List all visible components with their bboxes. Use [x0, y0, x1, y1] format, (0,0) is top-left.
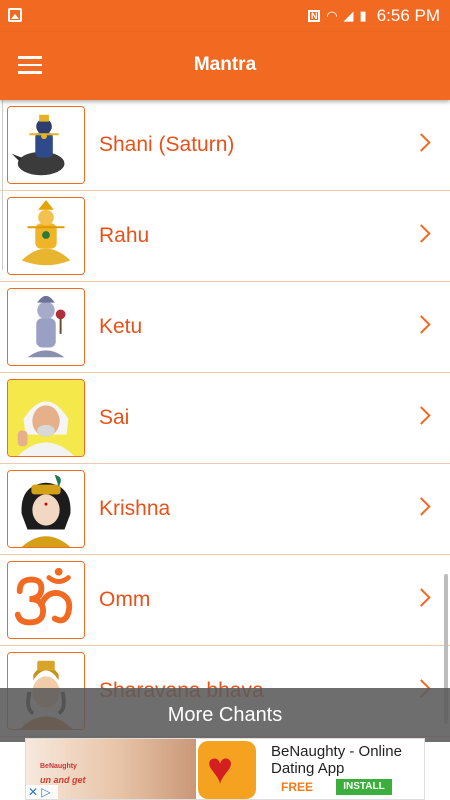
nfc-icon: N [308, 10, 321, 22]
list-item-shani[interactable]: Shani (Saturn) [0, 100, 450, 191]
rahu-deity-image [7, 197, 85, 275]
chevron-right-icon [412, 497, 431, 516]
page-title: Mantra [193, 54, 257, 75]
status-icons: N ◠ ◢ ▮ 6:56 PM [308, 6, 440, 26]
ad-close-icon[interactable]: ✕ ▷ [26, 785, 58, 799]
signal-icon: ◢ [343, 8, 354, 23]
heart-app-icon [198, 741, 256, 799]
list-item-label: Sai [99, 406, 130, 429]
chevron-right-icon [412, 315, 431, 334]
drawer-edge [0, 100, 3, 270]
chevron-right-icon [412, 588, 431, 607]
ad-banner[interactable]: BeNaughty un and get BeNaughty - Online … [25, 738, 425, 800]
list-item-label: Rahu [99, 224, 150, 247]
chevron-right-icon [412, 133, 431, 152]
install-button[interactable]: INSTALL [336, 779, 392, 795]
shani-deity-image [7, 106, 85, 184]
more-chants-button[interactable]: More Chants [0, 688, 450, 742]
om-symbol-icon [7, 561, 85, 639]
battery-icon: ▮ [359, 8, 367, 23]
status-bar: N ◠ ◢ ▮ 6:56 PM [0, 0, 450, 32]
ad-brand-small: BeNaughty [40, 763, 77, 770]
list-item-label: Shani (Saturn) [99, 133, 235, 156]
krishna-deity-image [7, 470, 85, 548]
gallery-icon [8, 8, 22, 22]
ad-price: FREE [281, 780, 314, 794]
list-item-krishna[interactable]: Krishna [0, 464, 450, 555]
ketu-deity-image [7, 288, 85, 366]
list-item-ketu[interactable]: Ketu [0, 282, 450, 373]
list-item-label: Krishna [99, 497, 171, 520]
app-bar: Mantra [0, 32, 450, 100]
clock: 6:56 PM [376, 6, 440, 25]
list-item-rahu[interactable]: Rahu [0, 191, 450, 282]
list-item-sai[interactable]: Sai [0, 373, 450, 464]
mantra-list[interactable]: Shani (Saturn) Rahu Ketu Sai Krishna Omm [0, 100, 450, 740]
list-item-label: Ketu [99, 315, 143, 338]
sai-deity-image [7, 379, 85, 457]
list-item-label: Omm [99, 588, 151, 611]
chevron-right-icon [412, 406, 431, 425]
chevron-right-icon [412, 224, 431, 243]
ad-tagline: un and get [40, 775, 86, 785]
wifi-icon: ◠ [326, 8, 338, 23]
list-item-omm[interactable]: Omm [0, 555, 450, 646]
ad-title: BeNaughty - Online Dating App [271, 743, 402, 777]
